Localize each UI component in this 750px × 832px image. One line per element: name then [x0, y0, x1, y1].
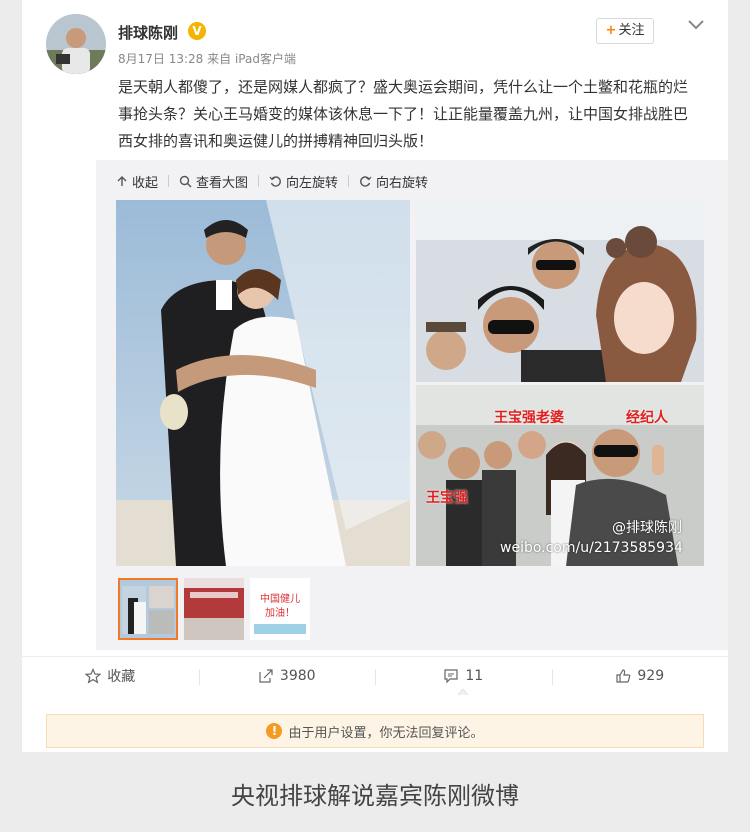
rotate-right-icon	[360, 175, 372, 187]
comment-button[interactable]: 11	[375, 657, 552, 695]
watermark-url: weibo.com/u/2173585934	[500, 540, 683, 556]
star-icon	[85, 667, 102, 684]
post-date[interactable]: 8月17日 13:28	[118, 52, 203, 66]
toolbar-divider	[258, 175, 260, 187]
comment-count: 11	[465, 667, 484, 684]
thumbnail-3-text-line1: 中国健儿	[260, 592, 300, 605]
image-toolbar: 收起 查看大图 向左旋转 向右旋转	[116, 171, 428, 191]
rotate-right-label: 向右旋转	[376, 175, 429, 191]
warning-icon: !	[266, 723, 283, 739]
rotate-right-button[interactable]: 向右旋转	[359, 172, 428, 191]
avatar[interactable]	[46, 14, 106, 74]
group-photo[interactable]: 王宝强老婆 经纪人 王宝强 @排球陈刚 weibo.com/u/21735859…	[416, 385, 704, 566]
plus-icon: +	[605, 23, 617, 38]
verified-icon: V	[188, 22, 206, 40]
chevron-down-icon[interactable]	[686, 14, 706, 34]
like-button[interactable]: 929	[551, 657, 729, 694]
image-caption: 央视排球解说嘉宾陈刚微博	[231, 782, 519, 810]
watermark-user: @排球陈刚	[612, 520, 682, 536]
selfie-photo[interactable]	[416, 200, 704, 382]
collapse-icon	[117, 176, 127, 186]
follow-label: 关注	[618, 23, 645, 38]
toolbar-divider	[168, 175, 170, 187]
comment-icon	[444, 668, 458, 683]
post-meta: 8月17日 13:28 来自 iPad客户端	[118, 50, 296, 67]
thumbnail-1[interactable]	[118, 578, 178, 640]
comment-disabled-notice: ! 由于用户设置，你无法回复评论。	[46, 714, 704, 748]
favorite-button[interactable]: 收藏	[22, 657, 199, 694]
thumbnail-2[interactable]	[184, 578, 244, 640]
share-icon	[259, 668, 273, 683]
collapse-button[interactable]: 收起	[116, 172, 158, 191]
repost-button[interactable]: 3980	[198, 657, 376, 694]
post-text: 是天朝人都傻了，还是网媒人都疯了？盛大奥运会期间，凭什么让一个土鳖和花瓶的烂事抢…	[118, 78, 689, 150]
follow-button[interactable]: + 关注	[596, 18, 654, 44]
thumbnail-3[interactable]: 中国健儿 加油！	[250, 578, 310, 640]
like-count: 929	[637, 667, 665, 684]
rotate-left-button[interactable]: 向左旋转	[269, 172, 338, 191]
rotate-left-label: 向左旋转	[286, 175, 339, 191]
view-large-label: 查看大图	[196, 175, 249, 191]
wedding-photo[interactable]	[116, 200, 410, 566]
active-indicator-icon	[458, 689, 469, 695]
thumbs-up-icon	[616, 668, 631, 683]
tag-wife: 王宝强老婆	[494, 410, 564, 426]
favorite-label: 收藏	[107, 668, 136, 685]
toolbar-divider	[348, 175, 350, 187]
tag-agent: 经纪人	[626, 410, 668, 426]
rotate-left-icon	[269, 175, 281, 187]
thumbnail-3-text-line2: 加油！	[265, 606, 295, 619]
action-bar: 收藏 3980 11 929	[22, 656, 729, 695]
username[interactable]: 排球陈刚	[118, 22, 178, 43]
repost-count: 3980	[279, 667, 316, 684]
notice-text: 由于用户设置，你无法回复评论。	[288, 725, 484, 741]
magnifier-icon	[179, 175, 192, 187]
post-source: 来自 iPad客户端	[207, 52, 296, 66]
collapse-label: 收起	[132, 175, 159, 191]
tag-wang: 王宝强	[426, 490, 468, 506]
view-large-button[interactable]: 查看大图	[179, 172, 248, 191]
